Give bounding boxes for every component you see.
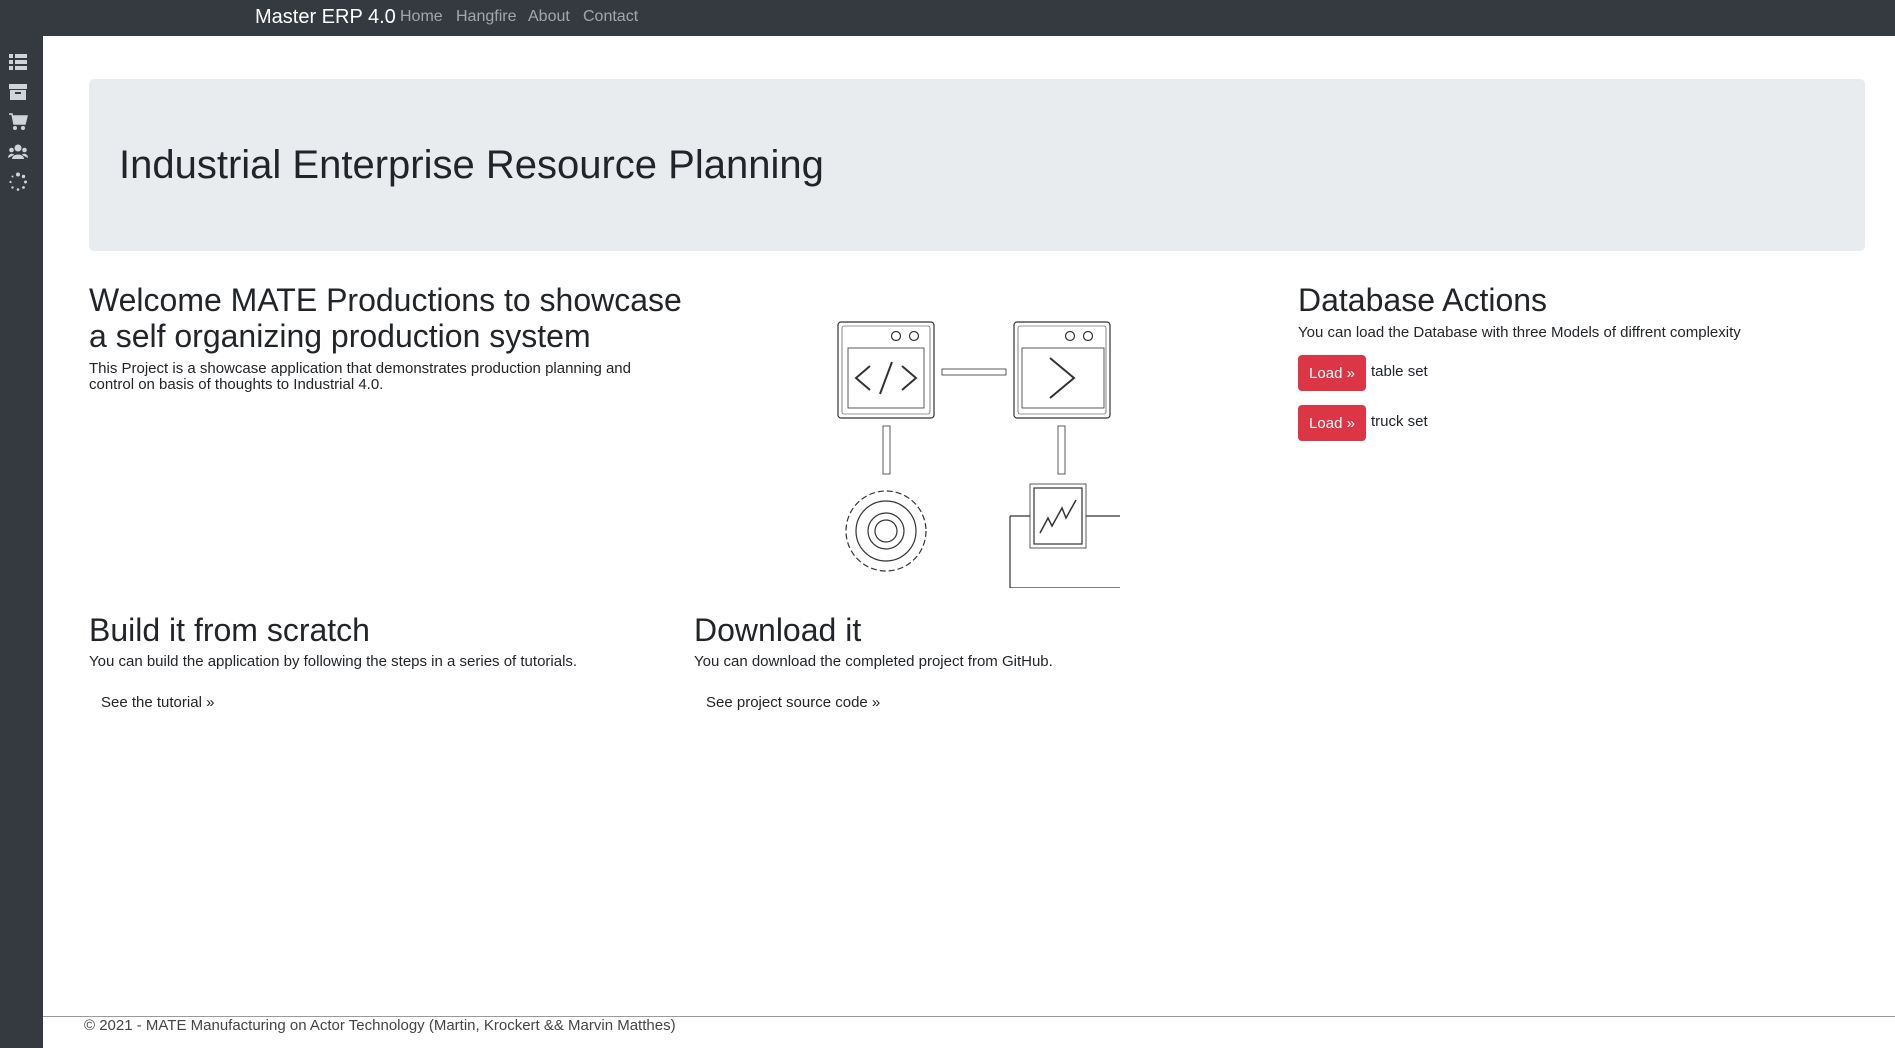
footer-text: © 2021 - MATE Manufacturing on Actor Tec… bbox=[84, 1017, 676, 1034]
sidebar bbox=[0, 36, 43, 1048]
build-title: Build it from scratch bbox=[89, 612, 370, 648]
brand-link[interactable]: Master ERP 4.0 bbox=[255, 4, 396, 30]
archive-icon[interactable] bbox=[8, 82, 28, 102]
nav-home[interactable]: Home bbox=[400, 6, 443, 28]
workflow-illustration bbox=[837, 321, 1120, 588]
users-icon[interactable] bbox=[8, 142, 28, 162]
nav-about[interactable]: About bbox=[528, 6, 570, 28]
see-tutorial-link[interactable]: See the tutorial » bbox=[101, 694, 214, 712]
nav-hangfire[interactable]: Hangfire bbox=[456, 6, 516, 28]
nav-contact[interactable]: Contact bbox=[583, 6, 638, 28]
page-title: Industrial Enterprise Resource Planning bbox=[119, 143, 824, 187]
build-text: You can build the application by followi… bbox=[89, 653, 578, 670]
list-icon[interactable] bbox=[8, 52, 28, 72]
spinner-icon[interactable] bbox=[8, 172, 28, 192]
top-navbar: Master ERP 4.0 Home Hangfire About Conta… bbox=[0, 0, 1895, 36]
load-truck-set-button[interactable]: Load » bbox=[1298, 405, 1366, 441]
cart-icon[interactable] bbox=[8, 112, 28, 132]
table-set-label: table set bbox=[1371, 363, 1428, 380]
database-text: You can load the Database with three Mod… bbox=[1298, 324, 1741, 341]
welcome-text-line2: control on basis of thoughts to Industri… bbox=[89, 376, 384, 393]
welcome-text-line1: This Project is a showcase application t… bbox=[89, 360, 631, 377]
truck-set-label: truck set bbox=[1371, 413, 1428, 430]
welcome-title-line1: Welcome MATE Productions to showcase bbox=[89, 282, 682, 318]
download-text: You can download the completed project f… bbox=[694, 653, 1053, 670]
download-title: Download it bbox=[694, 612, 862, 648]
jumbotron: Industrial Enterprise Resource Planning bbox=[89, 79, 1865, 251]
welcome-title-line2: a self organizing production system bbox=[89, 318, 591, 354]
load-table-set-button[interactable]: Load » bbox=[1298, 355, 1366, 391]
see-source-link[interactable]: See project source code » bbox=[706, 694, 880, 712]
database-title: Database Actions bbox=[1298, 282, 1548, 318]
